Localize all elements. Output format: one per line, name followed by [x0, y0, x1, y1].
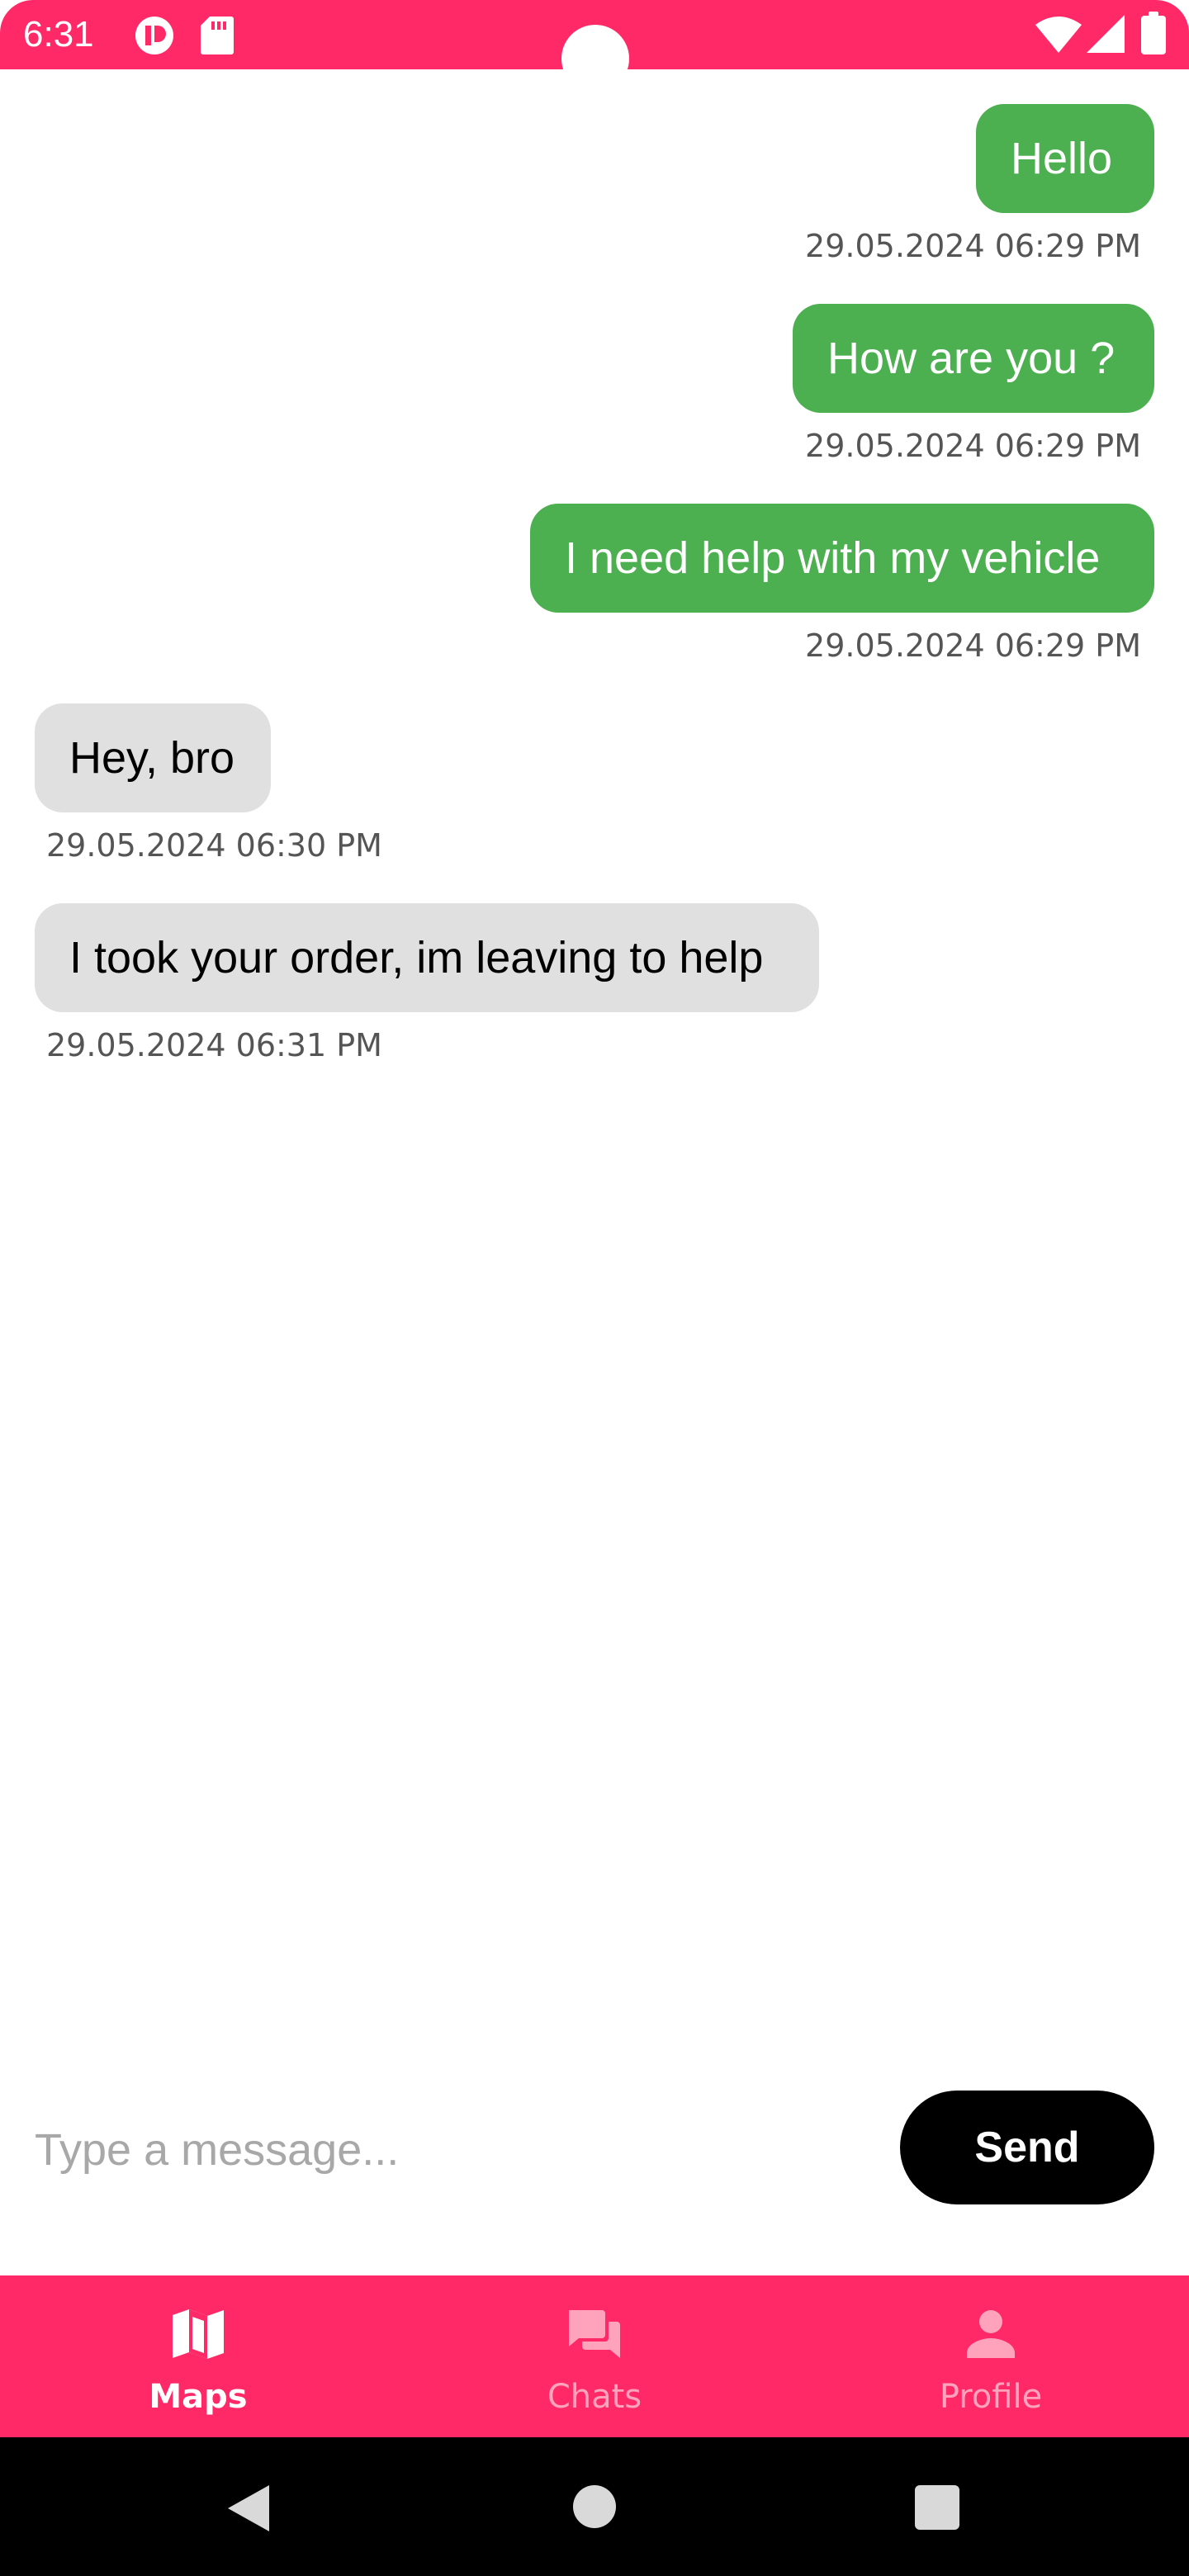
- message-bubble-outgoing[interactable]: Hello: [976, 104, 1154, 213]
- message-timestamp: 29.05.2024 06:29 PM: [805, 627, 1141, 664]
- status-bar: 6:31: [0, 0, 1189, 92]
- nav-label: Chats: [547, 2378, 642, 2416]
- home-icon[interactable]: [571, 2484, 618, 2534]
- bottom-navigation: Maps Chats Profile: [0, 2275, 1189, 2437]
- message-timestamp: 29.05.2024 06:30 PM: [46, 827, 382, 864]
- send-button[interactable]: Send: [900, 2091, 1154, 2204]
- message-timestamp: 29.05.2024 06:31 PM: [46, 1027, 382, 1063]
- nav-item-profile[interactable]: Profile: [793, 2275, 1189, 2437]
- map-icon: [169, 2305, 227, 2363]
- message-list[interactable]: Hello 29.05.2024 06:29 PM How are you ? …: [0, 69, 1189, 2067]
- nav-label: Maps: [149, 2378, 248, 2416]
- message-bubble-outgoing[interactable]: How are you ?: [793, 304, 1154, 413]
- message-timestamp: 29.05.2024 06:29 PM: [805, 228, 1141, 264]
- message-input[interactable]: [35, 2114, 860, 2186]
- app-notification-icon: [134, 15, 175, 60]
- system-navigation-bar: [0, 2437, 1189, 2576]
- wifi-icon: [1035, 17, 1082, 57]
- person-icon: [962, 2305, 1020, 2363]
- message-bubble-incoming[interactable]: Hey, bro: [35, 703, 271, 812]
- sd-card-icon: [200, 15, 234, 60]
- nav-item-maps[interactable]: Maps: [0, 2275, 396, 2437]
- message-timestamp: 29.05.2024 06:29 PM: [805, 428, 1141, 464]
- recents-icon[interactable]: [915, 2485, 959, 2534]
- message-bubble-outgoing[interactable]: I need help with my vehicle: [530, 504, 1154, 613]
- cellular-signal-icon: [1087, 15, 1125, 57]
- battery-icon: [1141, 12, 1166, 59]
- nav-item-chats[interactable]: Chats: [396, 2275, 793, 2437]
- chat-bubbles-icon: [566, 2305, 623, 2363]
- status-time: 6:31: [23, 14, 94, 54]
- message-bubble-incoming[interactable]: I took your order, im leaving to help: [35, 903, 819, 1012]
- back-icon[interactable]: [225, 2484, 271, 2537]
- nav-label: Profile: [939, 2378, 1043, 2416]
